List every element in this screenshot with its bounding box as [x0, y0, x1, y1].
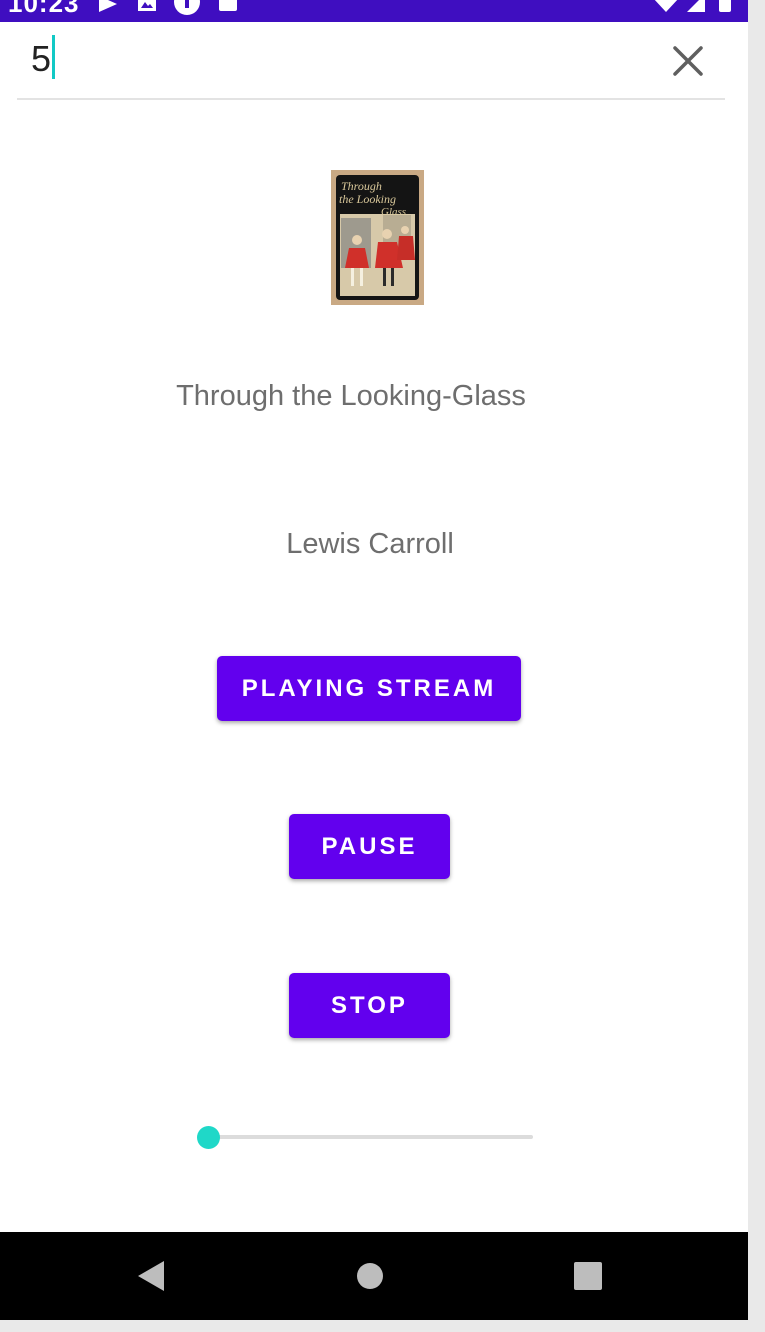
book-cover-image: Through the Looking Glass: [331, 170, 424, 305]
status-time: 10:23: [8, 0, 80, 18]
recents-square-icon[interactable]: [574, 1262, 602, 1290]
play-store-icon: [99, 0, 117, 12]
search-input[interactable]: 5: [31, 35, 56, 83]
app-screen: 10:23 5 Through the Looking Glass Throug…: [0, 0, 748, 1332]
close-icon[interactable]: [669, 42, 707, 80]
info-icon: [174, 0, 200, 15]
book-title: Through the Looking-Glass: [176, 380, 526, 412]
search-bar: 5: [17, 22, 725, 100]
cover-title-line3: Glass: [381, 206, 406, 218]
bottom-edge: [0, 1320, 765, 1332]
wifi-icon: [654, 0, 678, 12]
signal-icon: [687, 0, 705, 12]
text-caret: [52, 35, 56, 80]
slider-track: [208, 1135, 533, 1139]
system-navigation-bar: [0, 1232, 748, 1320]
pause-button[interactable]: PAUSE: [289, 814, 450, 879]
search-input-value: 5: [31, 38, 52, 79]
playback-slider[interactable]: [196, 1122, 536, 1152]
battery-icon: [719, 0, 731, 12]
notification-square-icon: [219, 0, 237, 11]
playing-stream-button[interactable]: PLAYING STREAM: [217, 656, 521, 721]
stop-button[interactable]: STOP: [289, 973, 450, 1038]
book-author: Lewis Carroll: [286, 528, 454, 560]
slider-thumb[interactable]: [196, 1126, 220, 1149]
screen-edge: [748, 0, 765, 1332]
status-bar: 10:23: [0, 0, 748, 22]
home-circle-icon[interactable]: [356, 1262, 384, 1290]
back-triangle-icon[interactable]: [136, 1260, 166, 1292]
cover-title-line2: the Looking: [339, 192, 396, 206]
gallery-icon: [138, 0, 156, 11]
cover-title-line1: Through: [341, 179, 382, 193]
